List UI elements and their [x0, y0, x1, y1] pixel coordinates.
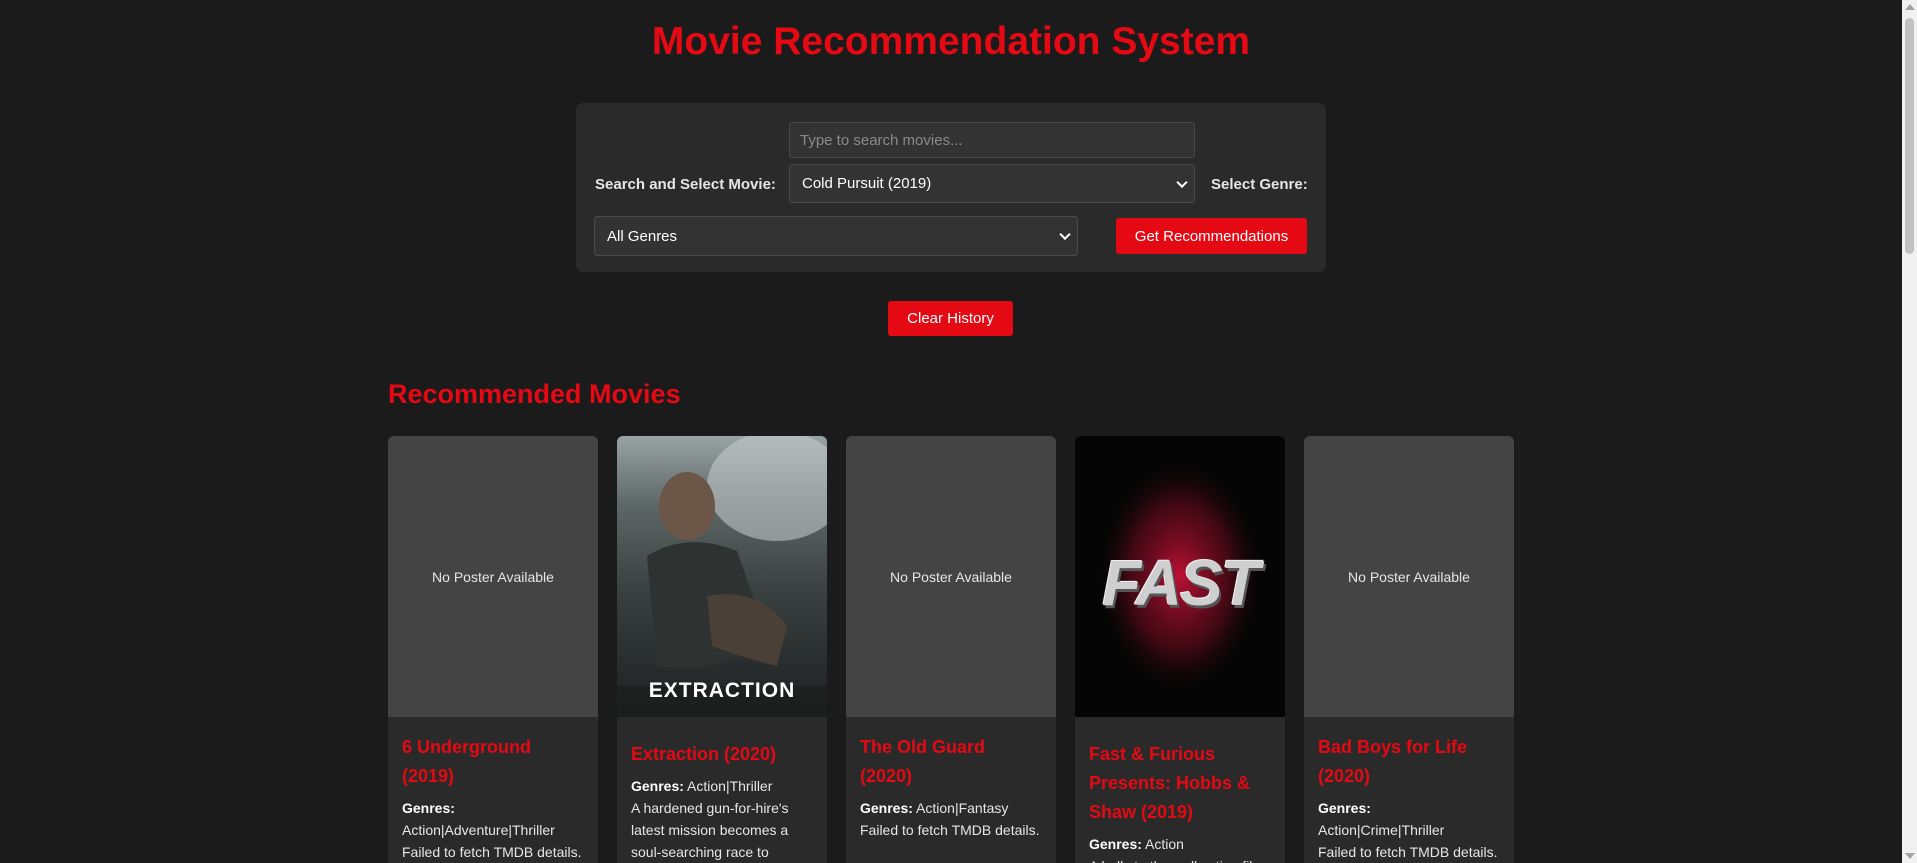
scroll-up-arrow-icon[interactable] — [1905, 4, 1915, 10]
movie-title: Extraction (2020) — [631, 744, 777, 764]
no-poster-placeholder: No Poster Available — [1304, 436, 1514, 717]
genres-label: Genres: — [402, 800, 455, 816]
poster-title-text: EXTRACTION — [648, 679, 796, 702]
genres-label: Genres: — [1318, 800, 1371, 816]
genres-label: Genres: — [1089, 836, 1142, 852]
page-title: Movie Recommendation System — [651, 20, 1251, 63]
movie-card[interactable]: EXTRACTION Extraction (2020) Genres: Act… — [617, 436, 827, 863]
search-controls-panel: Search and Select Movie: Cold Pursuit (2… — [576, 103, 1326, 272]
scroll-down-arrow-icon[interactable] — [1905, 853, 1915, 859]
no-poster-placeholder: No Poster Available — [846, 436, 1056, 717]
genre-select[interactable]: All Genres — [594, 216, 1078, 256]
recommended-movies-heading: Recommended Movies — [388, 379, 681, 409]
genres-value: Action|Crime|Thriller — [1318, 822, 1445, 838]
get-recommendations-button[interactable]: Get Recommendations — [1116, 218, 1307, 254]
movie-title: Fast & Furious Presents: Hobbs & Shaw (2… — [1089, 744, 1251, 822]
movie-description: Failed to fetch TMDB details. — [402, 844, 582, 860]
movie-card[interactable]: No Poster Available Bad Boys for Life (2… — [1304, 436, 1514, 863]
genres-value: Action|Thriller — [687, 778, 773, 794]
poster-title-text: FAST — [1102, 547, 1260, 619]
genre-select-label: Select Genre: — [1211, 176, 1308, 193]
poster-artwork-icon — [617, 436, 827, 717]
movie-description: Failed to fetch TMDB details. — [1318, 844, 1498, 860]
genres-value: Action|Adventure|Thriller — [402, 822, 555, 838]
movie-title: The Old Guard (2020) — [860, 737, 986, 786]
movie-select[interactable]: Cold Pursuit (2019) — [789, 164, 1195, 203]
movie-card[interactable]: FAST Fast & Furious Presents: Hobbs & Sh… — [1075, 436, 1285, 863]
movie-card[interactable]: No Poster Available The Old Guard (2020)… — [846, 436, 1056, 863]
movie-description: A hardened gun-for-hire's latest mission… — [631, 800, 789, 860]
chevron-down-icon — [1059, 228, 1071, 241]
genres-value: Action|Fantasy — [916, 800, 1009, 816]
genres-label: Genres: — [860, 800, 913, 816]
movie-select-label: Search and Select Movie: — [595, 176, 776, 193]
scrollbar-thumb[interactable] — [1905, 18, 1914, 254]
no-poster-placeholder: No Poster Available — [388, 436, 598, 717]
movie-search-input[interactable] — [789, 122, 1195, 158]
movie-description: A balls to the wall action film — [1089, 855, 1271, 863]
page: Movie Recommendation System Search and S… — [0, 0, 1917, 863]
movie-description: Failed to fetch TMDB details. — [860, 822, 1040, 838]
movie-title: 6 Underground (2019) — [402, 737, 531, 786]
genre-select-value: All Genres — [607, 227, 678, 245]
movie-poster: FAST — [1075, 436, 1285, 717]
movie-genres: Genres: Action|Thriller — [631, 775, 813, 797]
genres-label: Genres: — [631, 778, 684, 794]
movie-genres: Genres: Action — [1089, 833, 1271, 855]
movie-genres: Genres: Action|Crime|Thriller — [1318, 797, 1500, 841]
movie-card[interactable]: No Poster Available 6 Underground (2019)… — [388, 436, 598, 863]
movie-poster: EXTRACTION — [617, 436, 827, 717]
genres-value: Action — [1145, 836, 1184, 852]
vertical-scrollbar[interactable] — [1902, 0, 1917, 863]
movie-select-value: Cold Pursuit (2019) — [802, 175, 932, 192]
clear-history-button[interactable]: Clear History — [888, 301, 1013, 336]
movie-title: Bad Boys for Life (2020) — [1318, 737, 1468, 786]
movie-genres: Genres: Action|Adventure|Thriller — [402, 797, 584, 841]
chevron-down-icon — [1176, 176, 1188, 188]
movie-genres: Genres: Action|Fantasy — [860, 797, 1042, 819]
